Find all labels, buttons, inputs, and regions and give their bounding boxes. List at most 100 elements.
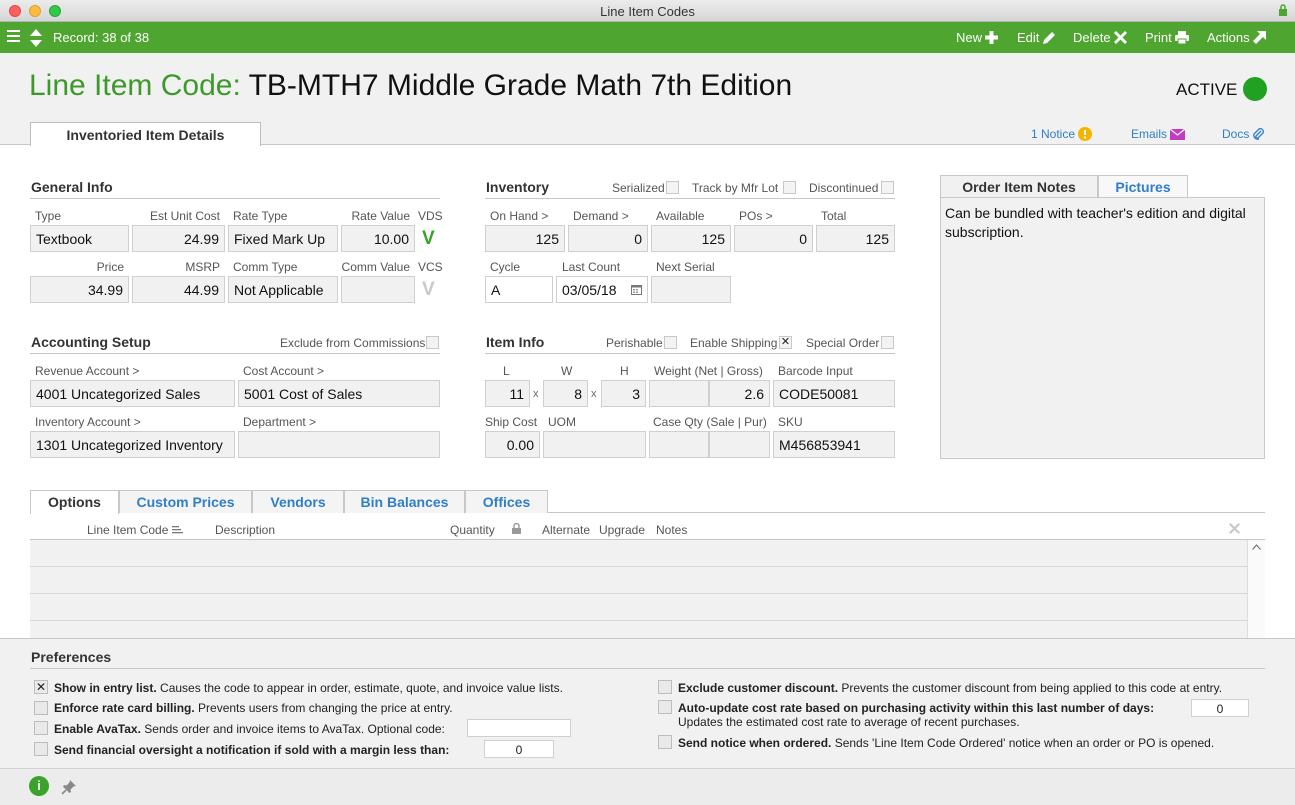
total-field[interactable]: 125	[816, 225, 895, 252]
inventory-account-link[interactable]: Inventory Account >	[35, 415, 141, 429]
type-field[interactable]: Textbook	[30, 225, 129, 252]
special-order-checkbox[interactable]	[881, 336, 894, 349]
track-lot-label: Track by Mfr Lot	[692, 181, 779, 195]
column-quantity[interactable]: Quantity	[450, 522, 522, 537]
send-notice-checkbox[interactable]	[658, 735, 672, 749]
case-qty-pur-field[interactable]	[709, 431, 770, 458]
length-field[interactable]: 11	[485, 380, 530, 407]
revenue-account-field[interactable]: 4001 Uncategorized Sales	[30, 380, 235, 407]
tab-bin-balances[interactable]: Bin Balances	[344, 490, 465, 513]
serialized-checkbox[interactable]	[666, 181, 679, 194]
track-lot-checkbox[interactable]	[783, 181, 796, 194]
height-field[interactable]: 3	[601, 380, 646, 407]
oversight-text: Send financial oversight a notification …	[54, 743, 450, 757]
new-button[interactable]: New	[956, 30, 999, 45]
status-indicator[interactable]	[1243, 77, 1267, 101]
weight-gross-field[interactable]: 2.6	[709, 380, 770, 407]
barcode-field[interactable]: CODE50081	[773, 380, 895, 407]
oversight-checkbox[interactable]	[34, 742, 48, 756]
avatax-code-field[interactable]	[467, 719, 571, 737]
case-qty-sale-field[interactable]	[649, 431, 709, 458]
last-count-field[interactable]: 03/05/18	[556, 276, 648, 303]
scrollbar[interactable]	[1247, 540, 1265, 639]
comm-type-field[interactable]: Not Applicable	[228, 276, 338, 303]
revenue-account-link[interactable]: Revenue Account >	[35, 364, 139, 378]
clear-icon[interactable]	[1229, 523, 1240, 534]
avatax-checkbox[interactable]	[34, 721, 48, 735]
pos-field[interactable]: 0	[734, 225, 813, 252]
print-button[interactable]: Print	[1145, 30, 1189, 45]
calendar-icon[interactable]	[631, 284, 642, 295]
column-line-item-code[interactable]: Line Item Code	[87, 523, 183, 537]
enforce-rate-checkbox[interactable]	[34, 701, 48, 715]
table-row[interactable]	[30, 540, 1247, 567]
exclude-discount-checkbox[interactable]	[658, 680, 672, 694]
serialized-label: Serialized	[612, 181, 665, 195]
column-notes[interactable]: Notes	[656, 523, 687, 537]
est-unit-cost-field[interactable]: 24.99	[132, 225, 225, 252]
scroll-up-icon[interactable]	[1252, 544, 1261, 550]
available-field[interactable]: 125	[651, 225, 731, 252]
tab-offices[interactable]: Offices	[465, 490, 548, 513]
table-row[interactable]	[30, 594, 1247, 621]
record-nav-icon[interactable]	[29, 28, 43, 48]
vds-checkmark[interactable]: V	[422, 228, 435, 250]
department-field[interactable]	[238, 431, 440, 458]
width-field[interactable]: 8	[543, 380, 588, 407]
pin-icon[interactable]	[61, 779, 77, 795]
auto-update-days-field[interactable]: 0	[1191, 699, 1249, 717]
available-label: Available	[656, 209, 705, 223]
tab-vendors[interactable]: Vendors	[252, 490, 344, 513]
sku-field[interactable]: M456853941	[773, 431, 895, 458]
table-row[interactable]	[30, 567, 1247, 594]
emails-link[interactable]: Emails	[1131, 127, 1186, 141]
notice-link[interactable]: 1 Notice	[1031, 127, 1093, 141]
table-row[interactable]	[30, 621, 1247, 639]
lock-icon	[512, 522, 522, 534]
comm-value-field[interactable]	[341, 276, 415, 303]
price-field[interactable]: 34.99	[30, 276, 129, 303]
actions-button[interactable]: Actions	[1207, 30, 1266, 45]
tab-inventoried-item-details[interactable]: Inventoried Item Details	[30, 122, 261, 146]
ship-cost-field[interactable]: 0.00	[485, 431, 540, 458]
pos-link[interactable]: POs >	[739, 209, 773, 223]
tab-custom-prices[interactable]: Custom Prices	[119, 490, 252, 513]
delete-button[interactable]: Delete	[1073, 30, 1127, 45]
demand-link[interactable]: Demand >	[573, 209, 629, 223]
column-description[interactable]: Description	[215, 523, 275, 537]
msrp-field[interactable]: 44.99	[132, 276, 225, 303]
demand-field[interactable]: 0	[568, 225, 648, 252]
tab-options[interactable]: Options	[30, 490, 119, 514]
cycle-field[interactable]: A	[485, 276, 553, 303]
tab-order-item-notes[interactable]: Order Item Notes	[940, 175, 1098, 199]
inventory-account-field[interactable]: 1301 Uncategorized Inventory	[30, 431, 235, 458]
department-link[interactable]: Department >	[243, 415, 316, 429]
vcs-checkmark[interactable]: V	[422, 279, 435, 301]
rate-type-field[interactable]: Fixed Mark Up	[228, 225, 338, 252]
cost-account-field[interactable]: 5001 Cost of Sales	[238, 380, 440, 407]
cost-account-link[interactable]: Cost Account >	[243, 364, 324, 378]
enable-shipping-checkbox[interactable]: ✕	[779, 336, 792, 349]
record-name: TB-MTH7 Middle Grade Math 7th Edition	[248, 69, 793, 102]
edit-button[interactable]: Edit	[1017, 30, 1056, 45]
on-hand-link[interactable]: On Hand >	[490, 209, 548, 223]
info-icon[interactable]: i	[29, 776, 49, 796]
auto-update-desc: Updates the estimated cost rate to avera…	[678, 715, 1020, 729]
exclude-commissions-checkbox[interactable]	[426, 336, 439, 349]
section-title-item-info: Item Info	[486, 334, 545, 350]
oversight-margin-field[interactable]: 0	[484, 740, 554, 758]
on-hand-field[interactable]: 125	[485, 225, 565, 252]
show-entry-checkbox[interactable]: ✕	[34, 680, 48, 694]
column-upgrade[interactable]: Upgrade	[599, 523, 645, 537]
uom-field[interactable]	[543, 431, 646, 458]
column-alternate[interactable]: Alternate	[542, 523, 590, 537]
tab-pictures[interactable]: Pictures	[1098, 175, 1188, 198]
weight-net-field[interactable]	[649, 380, 709, 407]
discontinued-checkbox[interactable]	[881, 181, 894, 194]
perishable-checkbox[interactable]	[664, 336, 677, 349]
menu-icon[interactable]	[7, 30, 20, 44]
next-serial-field[interactable]	[651, 276, 731, 303]
auto-update-checkbox[interactable]	[658, 700, 672, 714]
docs-link[interactable]: Docs	[1222, 127, 1265, 141]
rate-value-field[interactable]: 10.00	[341, 225, 415, 252]
